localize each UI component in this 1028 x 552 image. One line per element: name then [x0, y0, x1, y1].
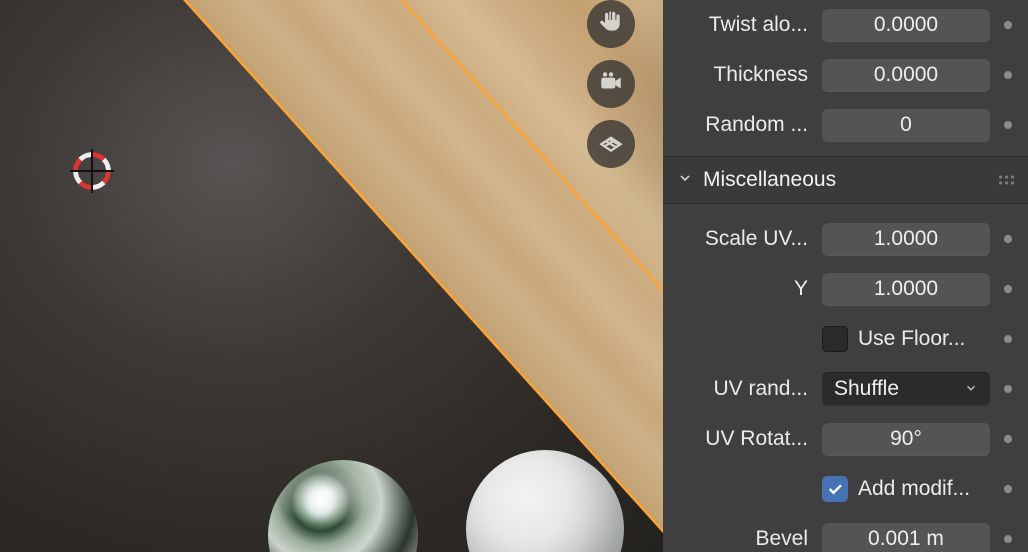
checkbox-label: Add modif... — [858, 477, 970, 501]
prop-add-modifier: Add modif... — [663, 464, 1028, 514]
prop-label: Random ... — [677, 113, 808, 137]
prop-scale-uv-y: Y 1.0000 — [663, 264, 1028, 314]
add-modifier-checkbox[interactable] — [822, 476, 848, 502]
chevron-down-icon — [677, 168, 693, 192]
twist-field[interactable]: 0.0000 — [822, 8, 990, 42]
animate-dot[interactable] — [1004, 485, 1012, 493]
prop-random: Random ... 0 — [663, 100, 1028, 150]
scale-uv-field[interactable]: 1.0000 — [822, 222, 990, 256]
app-root: Twist alo... 0.0000 Thickness 0.0000 Ran… — [0, 0, 1028, 552]
prop-label: Twist alo... — [677, 13, 808, 37]
prop-label: Scale UV... — [677, 227, 808, 251]
animate-dot[interactable] — [1004, 71, 1012, 79]
select-value: Shuffle — [834, 377, 899, 401]
camera-gizmo[interactable] — [587, 60, 635, 108]
section-miscellaneous-body: Scale UV... 1.0000 Y 1.0000 Use Floor...… — [663, 204, 1028, 552]
animate-dot[interactable] — [1004, 21, 1012, 29]
thickness-field[interactable]: 0.0000 — [822, 58, 990, 92]
checkbox-label: Use Floor... — [858, 327, 965, 351]
prop-label: Y — [677, 277, 808, 301]
animate-dot[interactable] — [1004, 535, 1012, 543]
preview-sphere-chrome[interactable] — [268, 460, 418, 552]
animate-dot[interactable] — [1004, 235, 1012, 243]
properties-panel: Twist alo... 0.0000 Thickness 0.0000 Ran… — [663, 0, 1028, 552]
animate-dot[interactable] — [1004, 285, 1012, 293]
prop-twist-along: Twist alo... 0.0000 — [663, 0, 1028, 50]
section-title: Miscellaneous — [703, 168, 836, 192]
chevron-down-icon — [964, 377, 978, 401]
panel-resize-handle[interactable] — [663, 0, 669, 552]
prop-bevel: Bevel 0.001 m — [663, 514, 1028, 552]
prop-scale-uv: Scale UV... 1.0000 — [663, 214, 1028, 264]
preview-sphere-matte[interactable] — [466, 450, 624, 552]
prop-use-floor: Use Floor... — [663, 314, 1028, 364]
viewport-3d[interactable] — [0, 0, 663, 552]
use-floor-wrap: Use Floor... — [822, 326, 990, 352]
prop-thickness: Thickness 0.0000 — [663, 50, 1028, 100]
scale-uv-y-field[interactable]: 1.0000 — [822, 272, 990, 306]
prop-uv-random: UV rand... Shuffle — [663, 364, 1028, 414]
hand-icon — [598, 9, 624, 40]
prop-label: UV rand... — [677, 377, 808, 401]
grid-icon — [598, 129, 624, 160]
section-miscellaneous-header[interactable]: Miscellaneous — [663, 156, 1028, 204]
prop-uv-rotation: UV Rotat... 90° — [663, 414, 1028, 464]
pan-gizmo[interactable] — [587, 0, 635, 48]
add-modifier-wrap: Add modif... — [822, 476, 990, 502]
camera-icon — [598, 69, 624, 100]
uv-random-select[interactable]: Shuffle — [822, 372, 990, 406]
prop-label: Bevel — [677, 527, 808, 551]
animate-dot[interactable] — [1004, 335, 1012, 343]
prop-label: Thickness — [677, 63, 808, 87]
use-floor-checkbox[interactable] — [822, 326, 848, 352]
animate-dot[interactable] — [1004, 121, 1012, 129]
viewport-gizmo-stack — [587, 0, 635, 168]
animate-dot[interactable] — [1004, 385, 1012, 393]
drag-handle-icon[interactable] — [999, 176, 1014, 185]
grid-gizmo[interactable] — [587, 120, 635, 168]
bevel-field[interactable]: 0.001 m — [822, 522, 990, 552]
prop-label: UV Rotat... — [677, 427, 808, 451]
animate-dot[interactable] — [1004, 435, 1012, 443]
random-field[interactable]: 0 — [822, 108, 990, 142]
uv-rotation-field[interactable]: 90° — [822, 422, 990, 456]
cursor-3d — [68, 147, 116, 195]
